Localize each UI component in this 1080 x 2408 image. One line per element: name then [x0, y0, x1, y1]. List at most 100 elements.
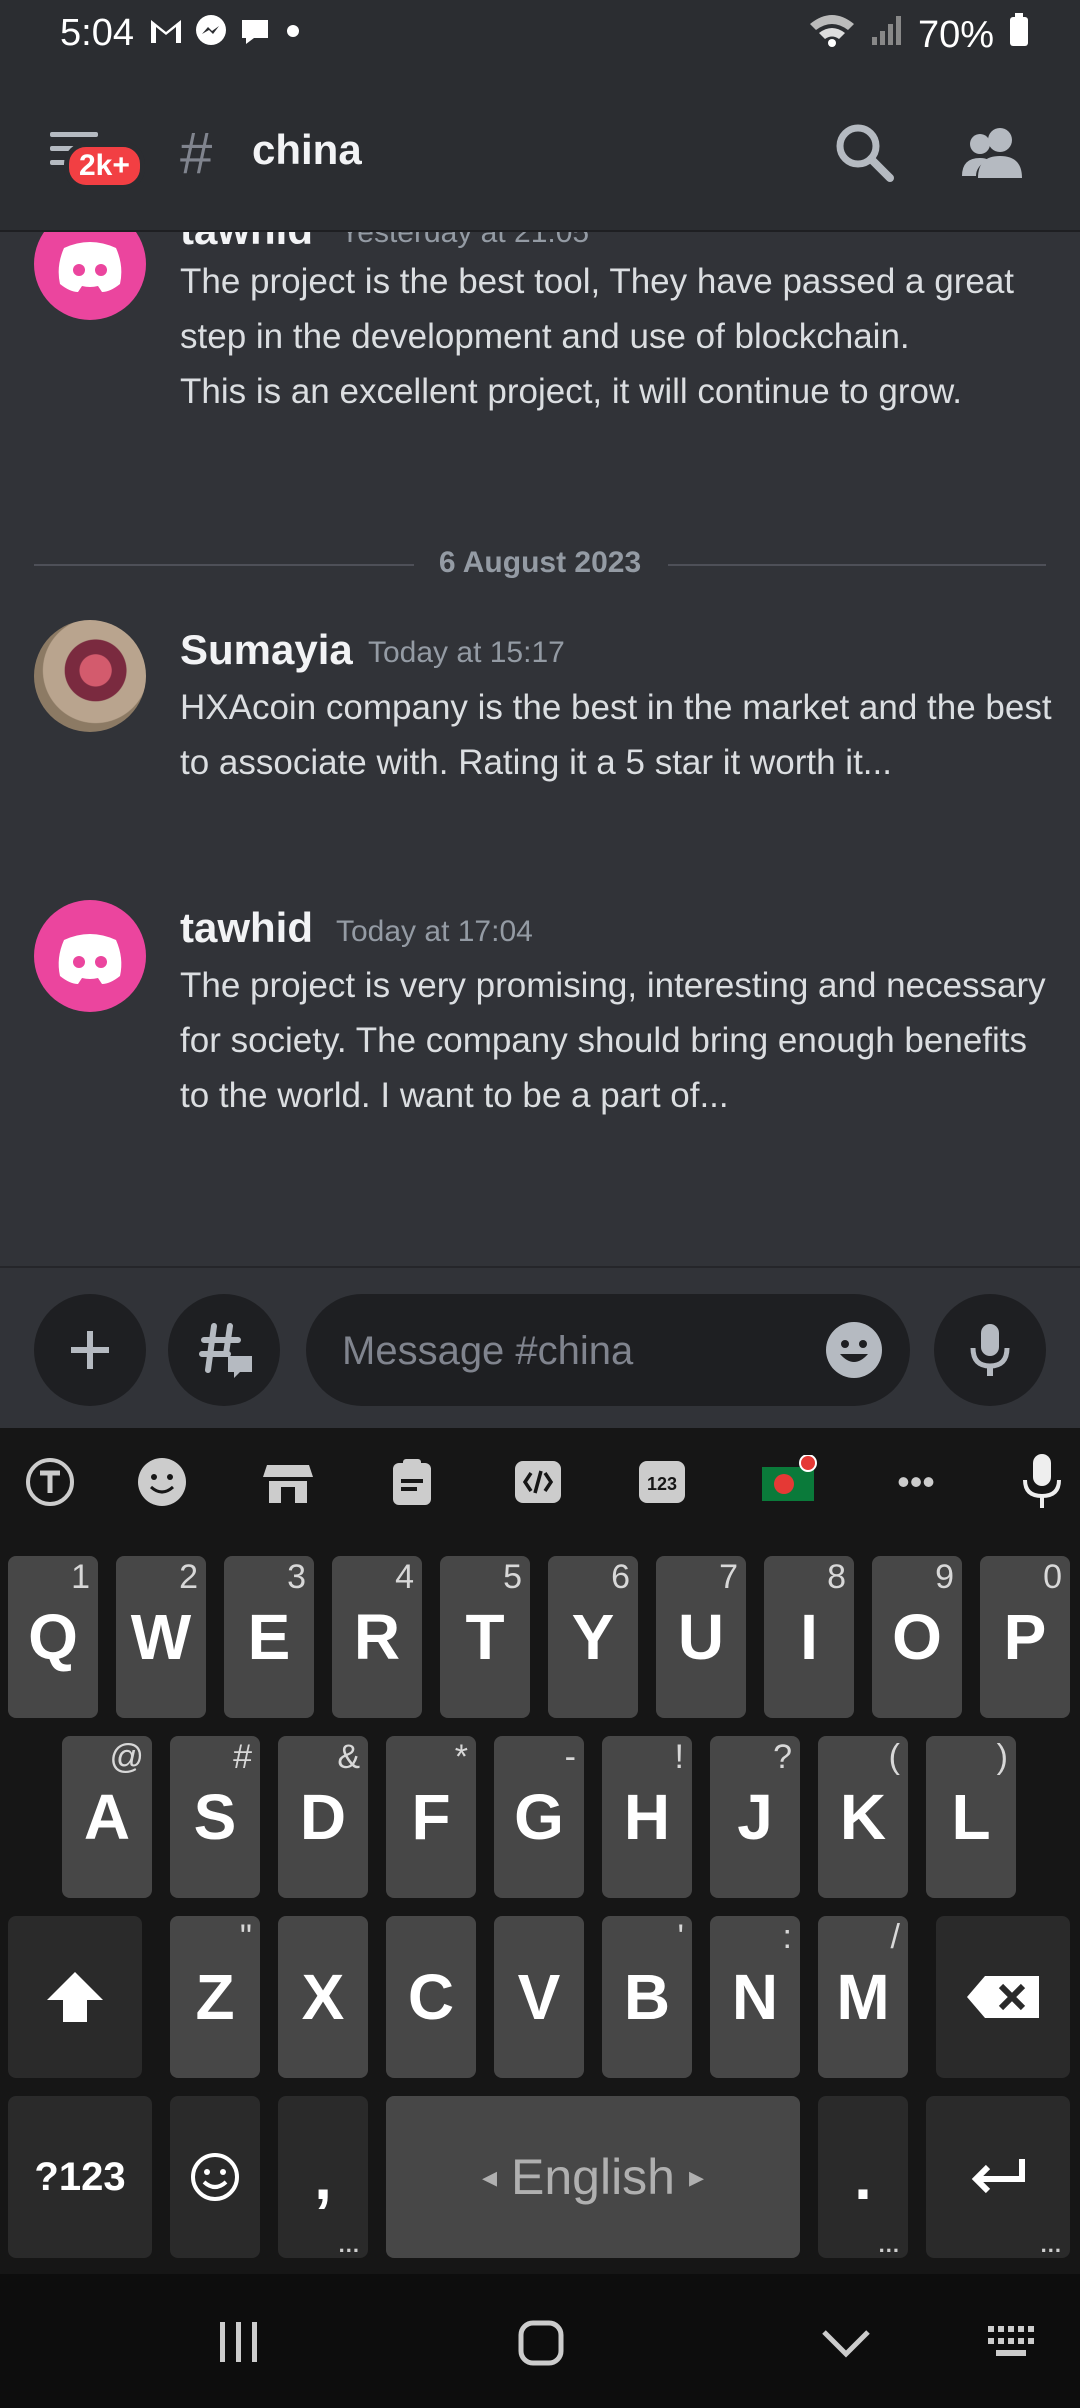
- timestamp: Yesterday at 21:05: [340, 232, 590, 249]
- enter-key[interactable]: ...: [926, 2096, 1070, 2258]
- space-key[interactable]: ◂ English ▸: [386, 2096, 800, 2258]
- flag-icon[interactable]: [760, 1452, 820, 1512]
- battery-text: 70%: [917, 13, 994, 56]
- key-t[interactable]: 5T: [440, 1556, 530, 1718]
- key-s[interactable]: # S: [170, 1736, 260, 1898]
- key-y[interactable]: 6Y: [548, 1556, 638, 1718]
- period-key[interactable]: ....: [818, 2096, 908, 2258]
- enter-icon: [971, 2159, 1025, 2194]
- comma-key[interactable]: ,...: [278, 2096, 368, 2258]
- home-icon[interactable]: [516, 2318, 566, 2373]
- soft-keyboard: 123 ••• 1Q 2W 3E 4R 5T 6Y 7U 8I 9O 0P @ A…: [0, 1428, 1080, 2274]
- message-list[interactable]: tawhid Yesterday at 21:05 The project is…: [0, 232, 1080, 1266]
- plus-icon: [71, 1331, 109, 1369]
- add-attachment-button[interactable]: [34, 1294, 146, 1406]
- key-f[interactable]: * F: [386, 1736, 476, 1898]
- key-n[interactable]: :N: [710, 1916, 800, 2078]
- keyboard-icon[interactable]: [984, 2318, 1044, 2371]
- clipboard-icon[interactable]: [382, 1452, 442, 1512]
- avatar[interactable]: [34, 232, 146, 320]
- battery-icon: [1008, 12, 1030, 58]
- navigation-bar: [0, 2274, 1080, 2408]
- key-o[interactable]: 9O: [872, 1556, 962, 1718]
- mic-icon: [970, 1324, 1010, 1376]
- translate-icon[interactable]: [20, 1452, 80, 1512]
- key-g[interactable]: -G: [494, 1736, 584, 1898]
- shift-icon: [47, 1972, 103, 2022]
- message-text: HXAcoin company is the best in the marke…: [180, 688, 1052, 782]
- message-text: The project is very promising, interesti…: [180, 966, 1046, 1115]
- mic-icon[interactable]: [1012, 1452, 1072, 1512]
- status-bar: 5:04 70%: [0, 0, 1080, 70]
- message-input-box[interactable]: [306, 1294, 910, 1406]
- message-body: HXAcoin company is the best in the marke…: [180, 680, 1060, 790]
- key-d[interactable]: & D: [278, 1736, 368, 1898]
- key-i[interactable]: 8I: [764, 1556, 854, 1718]
- key-e[interactable]: 3E: [224, 1556, 314, 1718]
- dot-icon: [282, 20, 304, 47]
- message-text: The project is the best tool, They have …: [180, 262, 1015, 356]
- hash-icon: #: [180, 121, 213, 186]
- username[interactable]: tawhid: [180, 904, 313, 952]
- emoji-icon[interactable]: [132, 1452, 192, 1512]
- timestamp: Today at 15:17: [368, 636, 565, 669]
- emoji-icon: [191, 2153, 239, 2201]
- back-icon[interactable]: [818, 2318, 874, 2371]
- unread-badge: 2k+: [64, 142, 145, 190]
- channel-header: 2k+ # china: [0, 70, 1080, 232]
- backspace-icon: [967, 1976, 1039, 2018]
- message-input[interactable]: [340, 1316, 804, 1386]
- avatar[interactable]: [34, 620, 146, 732]
- username[interactable]: Sumayia: [180, 626, 353, 674]
- numpad-icon[interactable]: 123: [632, 1452, 692, 1512]
- key-k[interactable]: (K: [818, 1736, 908, 1898]
- search-icon[interactable]: [830, 118, 900, 188]
- recents-icon[interactable]: [214, 2318, 264, 2371]
- key-c[interactable]: C: [386, 1916, 476, 2078]
- key-p[interactable]: 0P: [980, 1556, 1070, 1718]
- key-h[interactable]: ! H: [602, 1736, 692, 1898]
- system-icons: 70%: [808, 12, 1030, 58]
- message-body: The project is the best tool, They have …: [180, 254, 1060, 419]
- date-divider: 6 August 2023: [34, 544, 1046, 584]
- emoji-picker-icon[interactable]: [824, 1320, 884, 1380]
- status-time: 5:04: [60, 12, 134, 54]
- key-v[interactable]: V: [494, 1916, 584, 2078]
- message-composer: [0, 1266, 1080, 1430]
- members-icon[interactable]: [958, 118, 1028, 188]
- key-q[interactable]: 1Q: [8, 1556, 98, 1718]
- avatar[interactable]: [34, 900, 146, 1012]
- signal-icon: [870, 13, 904, 57]
- key-b[interactable]: ' B: [602, 1916, 692, 2078]
- text-edit-icon[interactable]: [508, 1452, 568, 1512]
- key-x[interactable]: X: [278, 1916, 368, 2078]
- username[interactable]: tawhid: [180, 232, 313, 254]
- key-j[interactable]: ? J: [710, 1736, 800, 1898]
- key-m[interactable]: / M: [818, 1916, 908, 2078]
- messenger-icon: [194, 14, 228, 53]
- emoji-key[interactable]: [170, 2096, 260, 2258]
- key-a[interactable]: @ A: [62, 1736, 152, 1898]
- shift-key[interactable]: [8, 1916, 142, 2078]
- threads-button[interactable]: [168, 1294, 280, 1406]
- chevron-left-icon: ◂: [481, 2160, 497, 2194]
- message-text: This is an excellent project, it will co…: [180, 372, 963, 411]
- key-l[interactable]: ) L: [926, 1736, 1016, 1898]
- key-r[interactable]: 4R: [332, 1556, 422, 1718]
- threads-icon: [199, 1323, 252, 1378]
- key-w[interactable]: 2W: [116, 1556, 206, 1718]
- key-z[interactable]: " Z: [170, 1916, 260, 2078]
- symbols-key[interactable]: ?123: [8, 2096, 152, 2258]
- keyboard-toolbar: 123 •••: [0, 1428, 1080, 1538]
- space-label: English: [511, 2149, 675, 2205]
- chat-icon: [238, 14, 272, 53]
- store-icon[interactable]: [258, 1452, 318, 1512]
- wifi-icon: [808, 12, 856, 58]
- chevron-right-icon: ▸: [689, 2160, 705, 2194]
- gmail-icon: [148, 16, 184, 51]
- more-icon[interactable]: •••: [886, 1452, 946, 1512]
- voice-message-button[interactable]: [934, 1294, 1046, 1406]
- timestamp: Today at 17:04: [336, 915, 533, 948]
- backspace-key[interactable]: [936, 1916, 1070, 2078]
- key-u[interactable]: 7U: [656, 1556, 746, 1718]
